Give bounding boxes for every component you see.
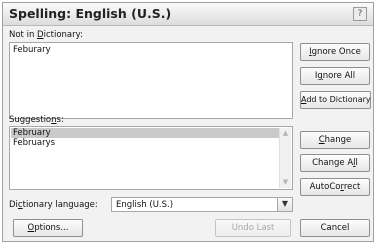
dictionary-language-select[interactable]: English (U.S.) ▼ — [111, 197, 293, 212]
suggestion-item[interactable]: Februarys — [11, 138, 279, 148]
change-button[interactable]: Change — [300, 131, 370, 149]
cancel-button[interactable]: Cancel — [300, 219, 370, 237]
options-button[interactable]: Options... — [13, 219, 83, 237]
undo-last-button[interactable]: Undo Last — [215, 219, 291, 237]
suggestion-item[interactable]: February — [11, 128, 279, 138]
chevron-down-icon[interactable]: ▼ — [277, 198, 292, 211]
suggestions-label: Suggestions: — [9, 115, 64, 125]
suggestions-list[interactable]: February Februarys ▲ ▼ — [9, 126, 293, 190]
not-in-dictionary-field[interactable]: Feburary — [9, 42, 293, 119]
add-to-dictionary-button[interactable]: Add to Dictionary — [300, 91, 371, 109]
help-icon[interactable]: ? — [353, 7, 367, 21]
scroll-down-icon[interactable]: ▼ — [280, 177, 291, 188]
dialog-title: Spelling: English (U.S.) — [9, 6, 172, 21]
change-all-button[interactable]: Change All — [300, 154, 370, 172]
title-bar[interactable]: Spelling: English (U.S.) ? — [3, 3, 373, 26]
not-in-dictionary-label: Not in Dictionary: — [9, 30, 83, 40]
autocorrect-button[interactable]: AutoCorrect — [300, 178, 370, 196]
scroll-up-icon[interactable]: ▲ — [280, 128, 291, 139]
ignore-all-button[interactable]: Ignore All — [300, 67, 370, 85]
suggestions-scrollbar[interactable]: ▲ ▼ — [279, 128, 291, 188]
dictionary-language-value: English (U.S.) — [116, 200, 174, 210]
spelling-dialog: Spelling: English (U.S.) ? Not in Dictio… — [2, 2, 374, 242]
dictionary-language-label: Dictionary language: — [9, 200, 98, 210]
misspelled-word: Feburary — [13, 45, 51, 55]
ignore-once-button[interactable]: Ignore Once — [300, 43, 370, 61]
